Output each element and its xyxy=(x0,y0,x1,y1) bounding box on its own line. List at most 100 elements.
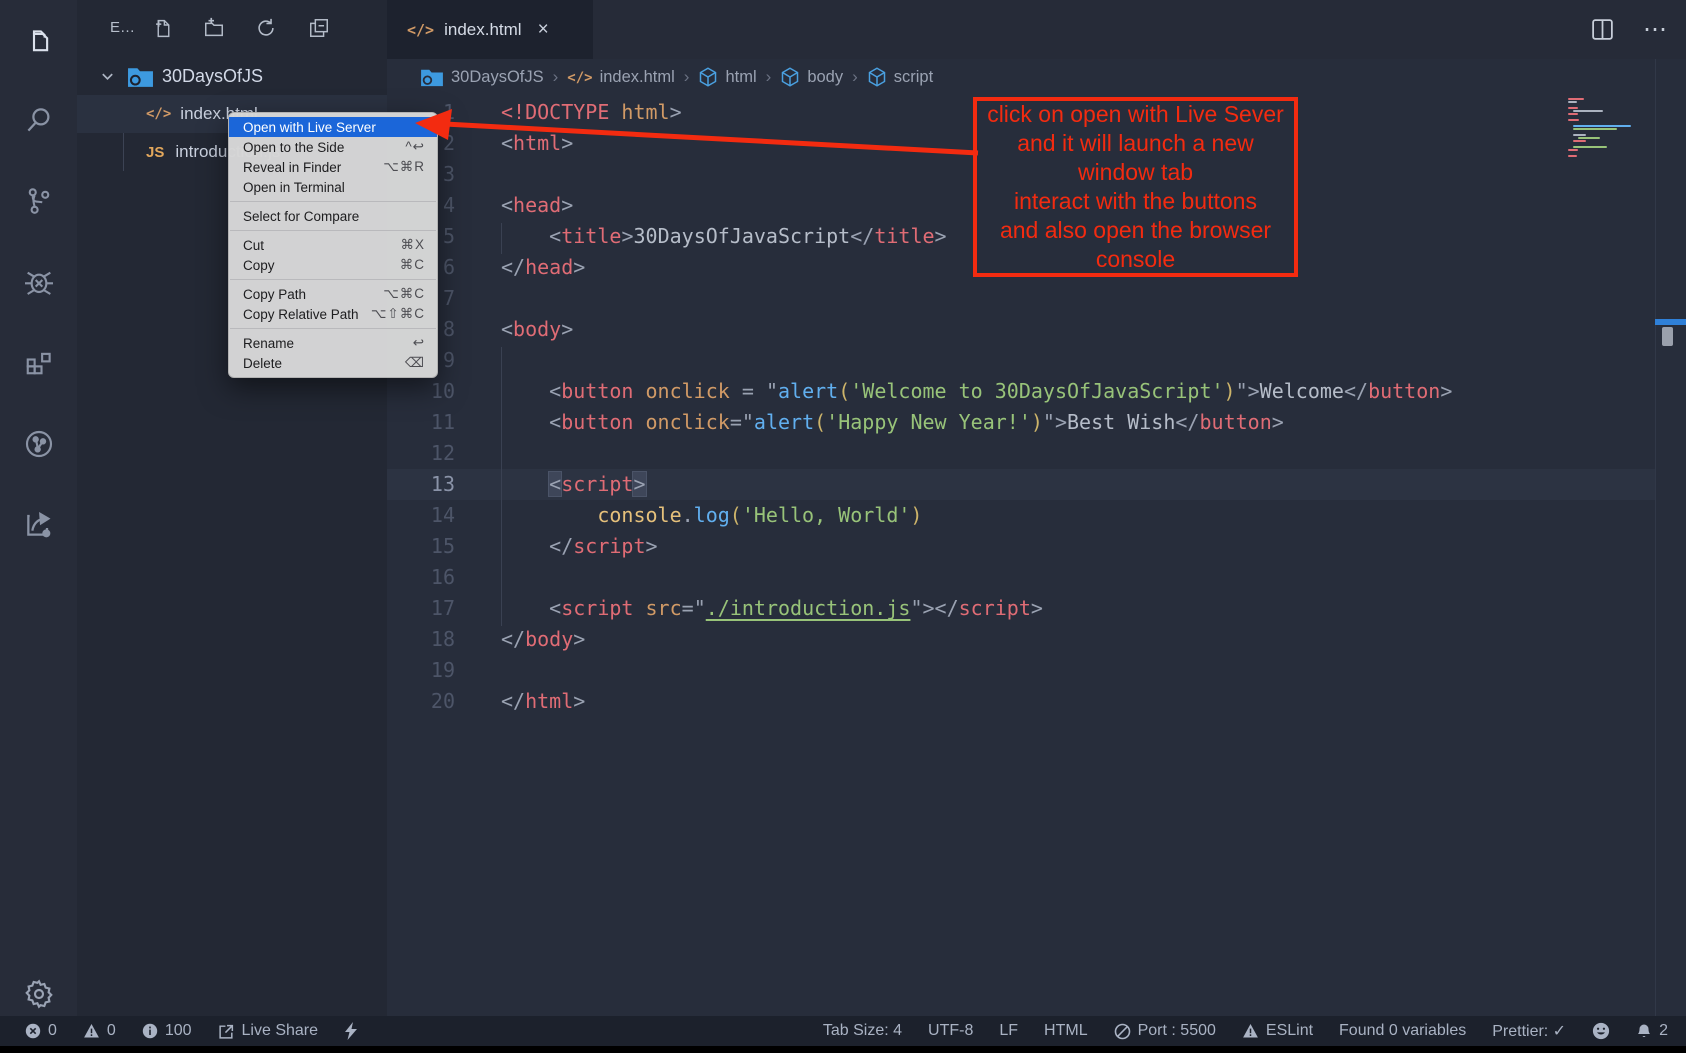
menu-separator xyxy=(230,230,436,231)
code-line-16[interactable]: 16 xyxy=(387,562,1655,593)
status-item-utf-8[interactable]: UTF-8 xyxy=(928,1022,973,1040)
minimap-line xyxy=(1573,140,1586,142)
breadcrumb[interactable]: 30DaysOfJS›</>index.html›html›body›scrip… xyxy=(387,59,1686,95)
minimap-line xyxy=(1578,137,1600,139)
status-item-html[interactable]: HTML xyxy=(1044,1022,1088,1040)
bell-icon xyxy=(1636,1023,1652,1040)
menu-item-label: Open in Terminal xyxy=(243,180,345,195)
line-number: 12 xyxy=(387,438,455,469)
minimap-line xyxy=(1573,146,1607,148)
code-line-9[interactable]: 9 xyxy=(387,345,1655,376)
code-line-8[interactable]: 8<body> xyxy=(387,314,1655,345)
menu-item-copy-relative-path[interactable]: Copy Relative Path⌥⇧⌘C xyxy=(229,304,437,324)
breadcrumb-item-html[interactable]: html xyxy=(698,67,756,87)
code-line-15[interactable]: 15 </script> xyxy=(387,531,1655,562)
menu-item-copy[interactable]: Copy ⌘C xyxy=(229,255,437,275)
status-item-lightning-icon[interactable] xyxy=(344,1022,358,1040)
status-item-2[interactable]: 2 xyxy=(1636,1022,1668,1040)
refresh-icon[interactable] xyxy=(253,15,279,41)
blocked-icon xyxy=(1114,1023,1131,1040)
breadcrumb-label: 30DaysOfJS xyxy=(451,68,544,87)
status-item-port-5500[interactable]: Port : 5500 xyxy=(1114,1022,1216,1040)
menu-item-open-with-live-server[interactable]: Open with Live Server xyxy=(229,117,437,137)
menu-separator xyxy=(230,201,436,202)
menu-item-reveal-in-finder[interactable]: Reveal in Finder⌥⌘R xyxy=(229,157,437,177)
chevron-right-icon: › xyxy=(852,67,858,87)
breadcrumb-item-script[interactable]: script xyxy=(867,67,933,87)
code-line-17[interactable]: 17 <script src="./introduction.js"></scr… xyxy=(387,593,1655,624)
tab-bar: </> index.html × ⋯ xyxy=(387,0,1686,59)
status-bar: 0 0 100 Live Share Tab Size: 4 UTF-8 LF HTML Po… xyxy=(0,1016,1686,1046)
explorer-icon[interactable] xyxy=(0,18,77,66)
status-item-label: Prettier: ✓ xyxy=(1492,1021,1566,1041)
scrollbar-handle[interactable] xyxy=(1662,327,1673,346)
code-text: </html> xyxy=(501,686,585,717)
minimap-line xyxy=(1568,149,1578,151)
symbol-cube-icon xyxy=(698,67,718,87)
tree-item-folder-30daysofjs[interactable]: 30DaysOfJS xyxy=(77,57,387,95)
status-item-eslint[interactable]: ESLint xyxy=(1242,1022,1313,1040)
minimap-line xyxy=(1573,128,1617,130)
menu-item-open-to-the-side[interactable]: Open to the Side^↩ xyxy=(229,137,437,157)
menu-item-label: Copy xyxy=(243,258,275,273)
menu-item-rename[interactable]: Rename↩ xyxy=(229,333,437,353)
status-item-100[interactable]: 100 xyxy=(142,1022,192,1040)
menu-item-label: Reveal in Finder xyxy=(243,160,341,175)
menu-item-select-for-compare[interactable]: Select for Compare xyxy=(229,206,437,226)
minimap-line xyxy=(1568,116,1648,118)
line-number: 19 xyxy=(387,655,455,686)
new-folder-icon[interactable] xyxy=(201,15,227,41)
split-editor-icon[interactable] xyxy=(1590,17,1615,42)
status-item-0[interactable]: 0 xyxy=(25,1022,57,1040)
more-actions-icon[interactable]: ⋯ xyxy=(1643,15,1668,44)
code-line-7[interactable]: 7 xyxy=(387,283,1655,314)
menu-item-cut[interactable]: Cut⌘X xyxy=(229,235,437,255)
new-file-icon[interactable] xyxy=(150,15,176,41)
status-item-0[interactable]: 0 xyxy=(83,1022,116,1040)
tab-index-html[interactable]: </> index.html × xyxy=(387,0,593,59)
menu-item-label: Cut xyxy=(243,238,264,253)
menu-item-shortcut: ⌘C xyxy=(400,257,425,273)
code-line-13[interactable]: 13 <script> xyxy=(387,469,1655,500)
code-line-14[interactable]: 14 console.log('Hello, World') xyxy=(387,500,1655,531)
line-number: 10 xyxy=(387,376,455,407)
breadcrumb-item-index-html[interactable]: </>index.html xyxy=(567,68,675,87)
status-item-prettier[interactable]: Prettier: ✓ xyxy=(1492,1021,1566,1041)
code-line-18[interactable]: 18</body> xyxy=(387,624,1655,655)
code-line-10[interactable]: 10 <button onclick = "alert('Welcome to … xyxy=(387,376,1655,407)
status-item-found-0-variables[interactable]: Found 0 variables xyxy=(1339,1022,1466,1040)
menu-item-open-in-terminal[interactable]: Open in Terminal xyxy=(229,177,437,197)
html-file-icon: </> xyxy=(407,21,434,39)
breadcrumb-label: html xyxy=(725,68,756,87)
breadcrumb-item-30daysofjs[interactable]: 30DaysOfJS xyxy=(420,67,544,87)
status-item-live-share[interactable]: Live Share xyxy=(218,1022,319,1040)
extensions-icon[interactable] xyxy=(0,338,77,386)
debug-icon[interactable] xyxy=(0,258,77,306)
share-arrow-icon[interactable] xyxy=(0,500,77,548)
status-item-lf[interactable]: LF xyxy=(999,1022,1018,1040)
code-line-20[interactable]: 20</html> xyxy=(387,686,1655,717)
code-line-12[interactable]: 12 xyxy=(387,438,1655,469)
minimap-line xyxy=(1573,134,1586,136)
status-item-label: ESLint xyxy=(1266,1022,1313,1040)
line-number: 17 xyxy=(387,593,455,624)
search-icon[interactable] xyxy=(0,96,77,144)
code-line-19[interactable]: 19 xyxy=(387,655,1655,686)
close-icon[interactable]: × xyxy=(538,19,549,41)
warning-icon xyxy=(1242,1023,1259,1039)
minimap[interactable] xyxy=(1568,98,1648,158)
menu-item-shortcut: ⌥⌘C xyxy=(383,286,425,302)
breadcrumb-item-body[interactable]: body xyxy=(780,67,843,87)
collapse-all-icon[interactable] xyxy=(306,15,332,41)
context-menu: Open with Live ServerOpen to the Side^↩R… xyxy=(228,112,438,378)
source-control-icon[interactable] xyxy=(0,177,77,225)
settings-gear-icon[interactable] xyxy=(0,970,77,1018)
live-share-icon[interactable] xyxy=(0,420,77,468)
status-item-tab-size-4[interactable]: Tab Size: 4 xyxy=(823,1022,902,1040)
js-file-icon: JS xyxy=(146,144,164,161)
menu-item-delete[interactable]: Delete⌫ xyxy=(229,353,437,373)
menu-item-copy-path[interactable]: Copy Path⌥⌘C xyxy=(229,284,437,304)
status-item-smiley-icon[interactable] xyxy=(1592,1022,1610,1040)
status-item-label: Live Share xyxy=(242,1022,319,1040)
code-line-11[interactable]: 11 <button onclick="alert('Happy New Yea… xyxy=(387,407,1655,438)
